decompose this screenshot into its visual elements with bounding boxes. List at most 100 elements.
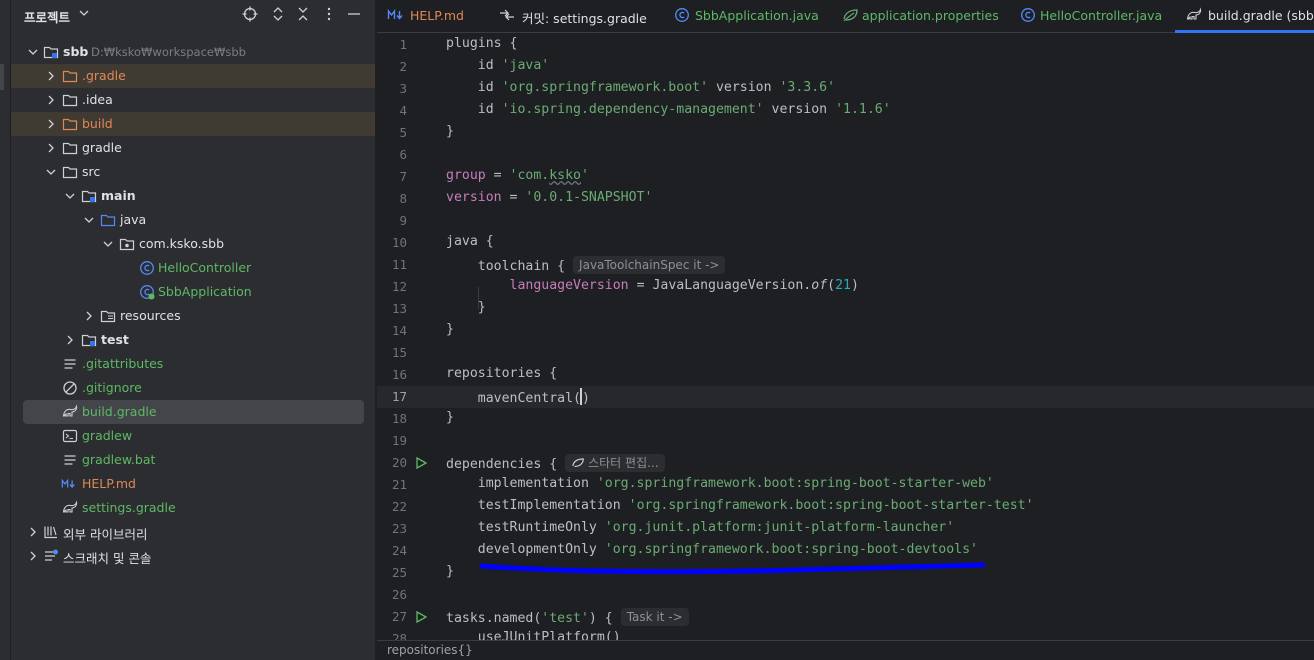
- code-line[interactable]: 9: [377, 210, 1314, 232]
- code-line[interactable]: 7 group = 'com.ksko': [377, 166, 1314, 188]
- line-number: 19: [391, 433, 407, 448]
- line-number: 13: [391, 301, 407, 316]
- code-line[interactable]: 12 languageVersion = JavaLanguageVersion…: [377, 276, 1314, 298]
- code-line[interactable]: 14}: [377, 320, 1314, 342]
- tab-application-properties[interactable]: application.properties: [832, 0, 1007, 33]
- chevron-right-icon[interactable]: [27, 550, 39, 562]
- breadcrumb[interactable]: repositories{}: [387, 643, 473, 657]
- tree-item-gradlew[interactable]: gradlew: [11, 424, 375, 448]
- expand-all-icon[interactable]: [269, 5, 287, 23]
- line-number: 20: [391, 455, 407, 470]
- chevron-down-icon[interactable]: [83, 214, 95, 226]
- chevron-down-icon[interactable]: [45, 166, 57, 178]
- tree-item-package[interactable]: com.ksko.sbb: [11, 232, 375, 256]
- chevron-right-icon[interactable]: [45, 118, 57, 130]
- tree-item-main[interactable]: main: [11, 184, 375, 208]
- chevron-right-icon[interactable]: [27, 526, 39, 538]
- diff-icon: [500, 9, 514, 21]
- code-line[interactable]: 22 testImplementation 'org.springframewo…: [377, 496, 1314, 518]
- code-text: }: [446, 300, 486, 315]
- collapse-all-icon[interactable]: [294, 5, 312, 23]
- chevron-right-icon[interactable]: [45, 142, 57, 154]
- minimize-icon[interactable]: [345, 5, 363, 23]
- chevron-right-icon[interactable]: [45, 94, 57, 106]
- run-icon[interactable]: [414, 610, 428, 624]
- tab-commit-settings-gradle[interactable]: 커밋: settings.gradle: [482, 0, 647, 33]
- chevron-right-icon[interactable]: [45, 70, 57, 82]
- tree-item-hellocontroller[interactable]: HelloController: [11, 256, 375, 280]
- code-line[interactable]: 13 }: [377, 298, 1314, 320]
- code-editor[interactable]: 1 plugins { 2 id 'java' 3 id 'org.springf…: [377, 34, 1314, 646]
- chevron-down-icon[interactable]: [102, 238, 114, 250]
- tree-item-gitignore[interactable]: .gitignore: [11, 376, 375, 400]
- chevron-down-icon[interactable]: [64, 190, 76, 202]
- code-line[interactable]: 18}: [377, 408, 1314, 430]
- tree-item-label: SbbApplication: [158, 284, 252, 299]
- run-icon[interactable]: [414, 456, 428, 470]
- project-panel-title[interactable]: 프로젝트: [24, 7, 70, 26]
- tree-item-scratches[interactable]: 스크래치 및 콘솔: [11, 544, 375, 568]
- line-number: 7: [399, 169, 407, 184]
- code-line[interactable]: 19: [377, 430, 1314, 452]
- tree-item-label: .gitattributes: [82, 356, 164, 371]
- project-panel-header: 프로젝트: [11, 0, 375, 30]
- code-line[interactable]: 24 developmentOnly 'org.springframework.…: [377, 540, 1314, 562]
- code-line[interactable]: 8 version = '0.0.1-SNAPSHOT': [377, 188, 1314, 210]
- tree-item-label: .idea: [82, 92, 113, 107]
- tab-build-gradle[interactable]: build.gradle (sbb): [1175, 0, 1314, 33]
- tree-item-sbb[interactable]: sbb D:₩ksko₩workspace₩sbb: [11, 40, 375, 64]
- chevron-right-icon[interactable]: [83, 310, 95, 322]
- tree-item-sbbapplication[interactable]: SbbApplication: [11, 280, 375, 304]
- tree-item-dot-gradle[interactable]: .gradle: [11, 64, 375, 88]
- chevron-down-icon[interactable]: [27, 46, 39, 58]
- current-code-line[interactable]: 17 mavenCentral(): [377, 386, 1314, 408]
- line-number: 12: [391, 279, 407, 294]
- code-text: version = '0.0.1-SNAPSHOT': [446, 190, 653, 205]
- more-options-icon[interactable]: [320, 5, 338, 23]
- code-line[interactable]: 16 repositories {: [377, 364, 1314, 386]
- code-line[interactable]: 21 implementation 'org.springframework.b…: [377, 474, 1314, 496]
- code-line[interactable]: 3 id 'org.springframework.boot' version …: [377, 78, 1314, 100]
- tree-item-gitattributes[interactable]: .gitattributes: [11, 352, 375, 376]
- tree-item-build[interactable]: build: [11, 112, 375, 136]
- inlay-hint[interactable]: JavaToolchainSpec it ->: [573, 256, 726, 274]
- tree-item-resources[interactable]: resources: [11, 304, 375, 328]
- tree-item-src[interactable]: src: [11, 160, 375, 184]
- edit-starters-hint[interactable]: 스타터 편집...: [565, 454, 665, 472]
- tree-item-test[interactable]: test: [11, 328, 375, 352]
- tab-hellocontroller-java[interactable]: HelloController.java: [1010, 0, 1165, 33]
- tree-item-settings-gradle[interactable]: settings.gradle: [11, 496, 375, 520]
- tree-item-java[interactable]: java: [11, 208, 375, 232]
- code-line[interactable]: 11 toolchain { JavaToolchainSpec it ->: [377, 254, 1314, 276]
- tree-item-build-gradle[interactable]: build.gradle: [23, 400, 364, 424]
- code-line[interactable]: 6: [377, 144, 1314, 166]
- code-line[interactable]: 4 id 'io.spring.dependency-management' v…: [377, 100, 1314, 122]
- code-text: }: [446, 410, 454, 425]
- tree-item-help-md[interactable]: HELP.md: [11, 472, 375, 496]
- tab-help-md[interactable]: HELP.md: [377, 0, 482, 33]
- tab-sbbapplication-java[interactable]: SbbApplication.java: [663, 0, 819, 33]
- code-line[interactable]: 1 plugins {: [377, 34, 1314, 56]
- code-line[interactable]: 2 id 'java': [377, 56, 1314, 78]
- tree-item-gradle[interactable]: gradle: [11, 136, 375, 160]
- tree-item-label: 스크래치 및 콘솔: [63, 551, 152, 566]
- tree-item-label: .gradle: [82, 68, 126, 83]
- code-line[interactable]: 10 java {: [377, 232, 1314, 254]
- active-tab-indicator: [1175, 30, 1314, 33]
- tree-item-external-libraries[interactable]: 외부 라이브러리: [11, 520, 375, 544]
- line-number: 18: [391, 411, 407, 426]
- locate-icon[interactable]: [241, 5, 259, 23]
- code-line[interactable]: 5}: [377, 122, 1314, 144]
- tree-item-dot-idea[interactable]: .idea: [11, 88, 375, 112]
- chevron-right-icon[interactable]: [64, 334, 76, 346]
- line-number: 4: [399, 103, 407, 118]
- code-line[interactable]: 27 tasks.named('test') { Task it ->: [377, 606, 1314, 628]
- code-line[interactable]: 26: [377, 584, 1314, 606]
- chevron-down-icon[interactable]: [77, 6, 91, 20]
- line-number: 27: [391, 609, 407, 624]
- inlay-hint[interactable]: Task it ->: [620, 608, 689, 626]
- code-line[interactable]: 15: [377, 342, 1314, 364]
- code-line[interactable]: 23 testRuntimeOnly 'org.junit.platform:j…: [377, 518, 1314, 540]
- tree-item-gradlew-bat[interactable]: gradlew.bat: [11, 448, 375, 472]
- code-line[interactable]: 20 dependencies { 스타터 편집...: [377, 452, 1314, 474]
